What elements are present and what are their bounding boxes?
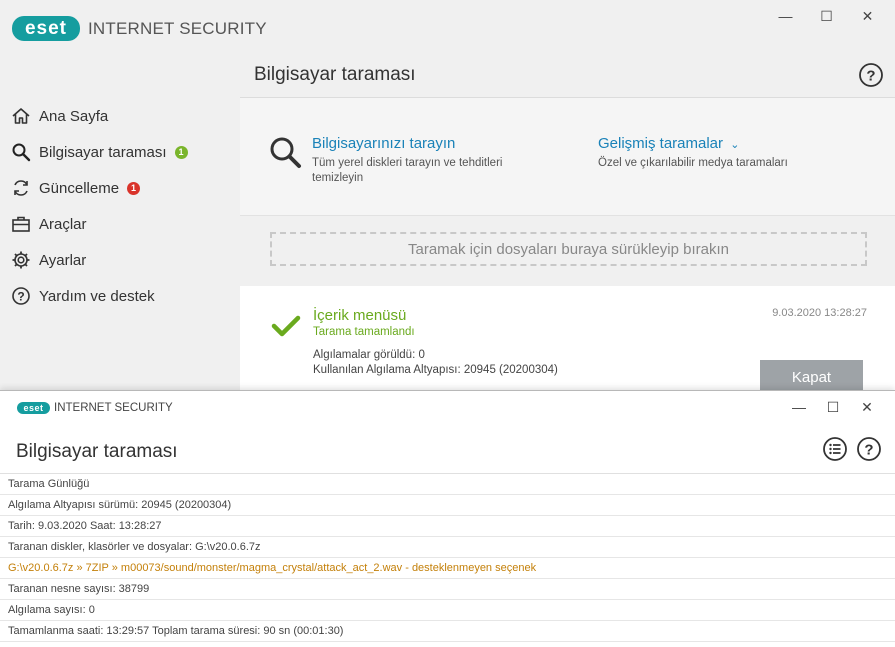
eset-logo: eset — [12, 16, 80, 41]
log-row: Algılama Altyapısı sürümü: 20945 (202003… — [0, 495, 895, 516]
advanced-scans-option[interactable]: Gelişmiş taramalar ⌄ Özel ve çıkarılabil… — [598, 135, 788, 171]
main-window: eset INTERNET SECURITY — ☐ ✕ Ana Sayfa B… — [0, 0, 895, 395]
sidebar-item-tools[interactable]: Araçlar — [0, 206, 240, 242]
maximize-button[interactable]: ☐ — [816, 399, 850, 416]
toolbox-icon — [10, 213, 32, 235]
svg-text:?: ? — [17, 290, 24, 304]
app-logo: eset INTERNET SECURITY — [17, 402, 173, 414]
refresh-icon — [10, 177, 32, 199]
header-actions: ? — [822, 436, 882, 467]
product-name: INTERNET SECURITY — [88, 18, 267, 38]
result-status: Tarama tamamlandı — [313, 326, 415, 338]
magnifier-icon[interactable] — [268, 135, 302, 174]
help-circle-icon: ? — [10, 285, 32, 307]
advanced-scans-link[interactable]: Gelişmiş taramalar ⌄ — [598, 135, 788, 152]
close-window-button[interactable]: ✕ — [850, 399, 884, 416]
help-icon: ? — [859, 63, 883, 87]
scan-computer-link[interactable]: Bilgisayarınızı tarayın — [312, 135, 502, 152]
log-row: Taranan diskler, klasörler ve dosyalar: … — [0, 537, 895, 558]
eset-logo: eset — [17, 402, 50, 414]
result-title[interactable]: İçerik menüsü — [313, 307, 406, 324]
search-icon — [10, 141, 32, 163]
sidebar-item-label: Ayarlar — [39, 251, 87, 269]
minimize-button[interactable]: — — [765, 8, 806, 25]
app-logo: eset INTERNET SECURITY — [12, 16, 267, 41]
scan-computer-option[interactable]: Bilgisayarınızı tarayın Tüm yerel diskle… — [312, 135, 502, 186]
sidebar-item-home[interactable]: Ana Sayfa — [0, 98, 240, 134]
chevron-down-icon: ⌄ — [730, 139, 740, 151]
sidebar: Ana Sayfa Bilgisayar taraması 1 Güncelle… — [0, 98, 240, 314]
help-button[interactable]: ? — [858, 62, 884, 93]
sidebar-item-settings[interactable]: Ayarlar — [0, 242, 240, 278]
svg-text:?: ? — [864, 442, 873, 459]
advanced-scans-label: Gelişmiş taramalar — [598, 135, 724, 152]
window-controls: — ☐ ✕ — [765, 8, 888, 25]
description-line: temizleyin — [312, 172, 364, 184]
log-row: Tarama Günlüğü — [0, 474, 895, 495]
home-icon — [10, 105, 32, 127]
svg-text:?: ? — [866, 68, 875, 85]
gear-icon — [10, 249, 32, 271]
sidebar-item-label: Araçlar — [39, 215, 87, 233]
sidebar-item-computer-scan[interactable]: Bilgisayar taraması 1 — [0, 134, 240, 170]
window-controls: — ☐ ✕ — [782, 399, 884, 416]
scan-options-panel: Bilgisayarınızı tarayın Tüm yerel diskle… — [240, 98, 895, 216]
help-icon: ? — [857, 437, 881, 461]
scan-log-window: eset INTERNET SECURITY — ☐ ✕ Bilgisayar … — [0, 390, 895, 647]
maximize-button[interactable]: ☐ — [806, 8, 847, 25]
drop-zone[interactable]: Taramak için dosyaları buraya sürükleyip… — [270, 232, 867, 266]
close-window-button[interactable]: ✕ — [847, 8, 888, 25]
sidebar-item-update[interactable]: Güncelleme 1 — [0, 170, 240, 206]
description-line: Tüm yerel diskleri tarayın ve tehditleri — [312, 157, 503, 169]
list-view-button[interactable] — [822, 436, 848, 467]
log-row-warning: G:\v20.0.6.7z » 7ZIP » m00073/sound/mons… — [0, 558, 895, 579]
product-name: INTERNET SECURITY — [54, 402, 173, 414]
log-row: Taranan nesne sayısı: 38799 — [0, 579, 895, 600]
sidebar-item-label: Ana Sayfa — [39, 107, 109, 125]
result-timestamp: 9.03.2020 13:28:27 — [772, 307, 867, 319]
checkmark-icon — [271, 314, 301, 343]
help-button[interactable]: ? — [856, 436, 882, 467]
log-row: Tamamlanma saati: 13:29:57 Toplam tarama… — [0, 621, 895, 642]
minimize-button[interactable]: — — [782, 399, 816, 416]
sidebar-item-label: Bilgisayar taraması — [39, 143, 167, 161]
page-title: Bilgisayar taraması — [254, 64, 416, 85]
notification-badge: 1 — [174, 145, 188, 159]
sidebar-item-label: Güncelleme — [39, 179, 120, 197]
scan-computer-description: Tüm yerel diskleri tarayın ve tehditleri… — [312, 156, 502, 186]
detection-engine-used: Kullanılan Algılama Altyapısı: 20945 (20… — [313, 364, 558, 376]
page-title: Bilgisayar taraması — [16, 441, 178, 462]
detections-seen: Algılamalar görüldü: 0 — [313, 349, 425, 361]
sidebar-item-help[interactable]: ? Yardım ve destek — [0, 278, 240, 314]
scan-log: Tarama Günlüğü Algılama Altyapısı sürümü… — [0, 473, 895, 642]
notification-badge: 1 — [127, 181, 141, 195]
list-icon — [823, 437, 847, 461]
log-row: Algılama sayısı: 0 — [0, 600, 895, 621]
sidebar-item-label: Yardım ve destek — [39, 287, 155, 305]
advanced-scans-description: Özel ve çıkarılabilir medya taramaları — [598, 157, 788, 169]
log-row: Tarih: 9.03.2020 Saat: 13:28:27 — [0, 516, 895, 537]
